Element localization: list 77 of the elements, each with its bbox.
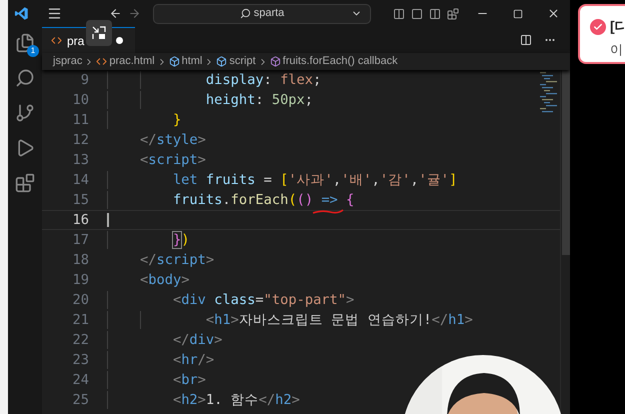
- line-number: 13: [72, 150, 89, 170]
- cube-icon: [216, 56, 228, 67]
- notification-badge: 1: [27, 45, 39, 57]
- line-number: 25: [72, 390, 89, 410]
- line-number: 19: [72, 270, 89, 290]
- scrollbar-thumb[interactable]: [562, 70, 570, 255]
- notification-card[interactable]: [디 이: [578, 4, 625, 64]
- maximize-button[interactable]: [513, 8, 523, 18]
- pen-stroke: [312, 208, 344, 215]
- line-number: 21: [72, 310, 89, 330]
- cube-icon: [168, 56, 180, 67]
- back-button[interactable]: [109, 7, 122, 20]
- search-icon[interactable]: [15, 68, 35, 88]
- forward-button[interactable]: [128, 7, 141, 20]
- breadcrumb-item[interactable]: jsprac: [53, 53, 82, 70]
- line-number: 23: [72, 350, 89, 370]
- notification-title: [디: [610, 17, 625, 36]
- source-control-icon[interactable]: [15, 103, 35, 123]
- notification-body: 이: [610, 41, 624, 59]
- line-number: 20: [72, 290, 89, 310]
- code-line: </style>: [138, 130, 206, 150]
- breadcrumb-item[interactable]: script: [229, 53, 256, 70]
- line-number: 17: [72, 230, 89, 250]
- search-icon: [240, 8, 251, 19]
- line-number: 16: [72, 210, 89, 230]
- tab-label: pra: [67, 32, 84, 50]
- command-center-text: sparta: [254, 6, 284, 22]
- extensions-icon[interactable]: [15, 173, 35, 193]
- app-logo-icon[interactable]: [14, 6, 29, 21]
- code-file-icon: [96, 56, 108, 67]
- line-number: 11: [72, 110, 89, 130]
- code-line: </div>: [172, 330, 222, 350]
- check-icon: [590, 18, 606, 34]
- code-line: fruits.forEach(() => {: [172, 190, 354, 210]
- shrink-window-icon: [91, 25, 107, 41]
- code-line: <h1>자바스크립트 문법 연습하기!</h1>: [204, 310, 473, 330]
- back-arrow-icon: [109, 7, 122, 20]
- text-cursor: [107, 213, 109, 227]
- layout-grid-icon[interactable]: [447, 8, 459, 20]
- split-editor-icon[interactable]: [520, 34, 532, 46]
- code-line: <br>: [172, 370, 206, 390]
- code-line: <script>: [138, 150, 206, 170]
- code-line: }): [172, 230, 190, 250]
- code-line: display: flex;: [204, 70, 322, 90]
- menu-button[interactable]: [46, 6, 62, 22]
- html-file-icon: [51, 35, 62, 46]
- floating-toggle-menu[interactable]: [86, 20, 112, 46]
- command-center[interactable]: sparta: [153, 4, 371, 24]
- forward-arrow-icon: [128, 7, 141, 20]
- line-number: 10: [72, 90, 89, 110]
- line-number: 24: [72, 370, 89, 390]
- code-line: let fruits = ['사과','배','감','귤']: [172, 170, 458, 190]
- close-button[interactable]: [547, 7, 560, 20]
- cube-icon: [270, 56, 281, 67]
- line-number: 14: [72, 170, 89, 190]
- code-line: <body>: [138, 270, 190, 290]
- code-line: <hr/>: [172, 350, 214, 370]
- code-line: height: 50px;: [204, 90, 314, 110]
- close-icon: [547, 7, 560, 20]
- line-number: 9: [80, 70, 89, 90]
- breadcrumb-item[interactable]: fruits.forEach() callback: [282, 53, 398, 70]
- panel-layout-icon[interactable]: [411, 8, 423, 20]
- line-number: 15: [72, 190, 89, 210]
- maximize-icon: [513, 8, 523, 18]
- breadcrumb-item[interactable]: prac.html: [109, 53, 155, 70]
- minimap-drawing: [540, 72, 558, 114]
- line-number: 18: [72, 250, 89, 270]
- line-number: 12: [72, 130, 89, 150]
- breadcrumb-item[interactable]: html: [182, 53, 202, 70]
- menu-icon: [46, 6, 62, 21]
- code-line: </script>: [138, 250, 214, 270]
- panel-layout-icon[interactable]: [429, 8, 441, 20]
- code-line: <h2>1. 함수</h2>: [172, 390, 300, 410]
- panel-layout-icon[interactable]: [393, 8, 405, 20]
- code-line: }: [172, 110, 182, 130]
- code-line: <div class="top-part">: [172, 290, 354, 310]
- line-number: 22: [72, 330, 89, 350]
